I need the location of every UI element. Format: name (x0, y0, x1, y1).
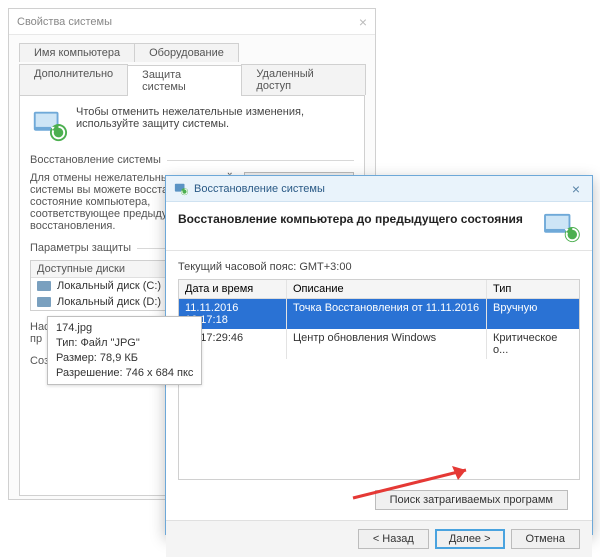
back-close-icon[interactable]: × (337, 14, 367, 30)
back-button[interactable]: < Назад (358, 529, 429, 549)
tab-system-protection[interactable]: Защита системы (127, 65, 242, 96)
group-restore: Восстановление системы (30, 154, 354, 166)
col-datetime[interactable]: Дата и время (179, 280, 287, 298)
back-titlebar: Свойства системы × (9, 9, 375, 35)
tab-hardware[interactable]: Оборудование (134, 43, 239, 62)
table-header: Дата и время Описание Тип (179, 280, 579, 299)
disk-label: Локальный диск (C:) (57, 280, 161, 292)
front-titlebar: Восстановление системы × (166, 176, 592, 202)
group-params-label: Параметры защиты (30, 242, 131, 254)
cell-description: Центр обновления Windows (287, 329, 487, 359)
monitor-restore-icon (542, 212, 580, 244)
table-row[interactable]: 16 17:29:46 Центр обновления Windows Кри… (179, 329, 579, 359)
tooltip-size: Размер: 78,9 КБ (56, 351, 193, 366)
tooltip-resolution: Разрешение: 746 x 684 пкс (56, 366, 193, 381)
file-tooltip: 174.jpg Тип: Файл "JPG" Размер: 78,9 КБ … (47, 316, 202, 385)
group-restore-label: Восстановление системы (30, 154, 161, 166)
table-empty-area (179, 359, 579, 479)
front-close-icon[interactable]: × (568, 181, 584, 197)
tab-computer-name[interactable]: Имя компьютера (19, 43, 135, 62)
front-window-title: Восстановление системы (194, 183, 568, 195)
wizard-heading: Восстановление компьютера до предыдущего… (178, 212, 542, 226)
cell-description: Точка Восстановления от 11.11.2016 (287, 299, 487, 329)
restore-points-table[interactable]: Дата и время Описание Тип 11.11.2016 16:… (178, 279, 580, 480)
cancel-button[interactable]: Отмена (511, 529, 580, 549)
wizard-body: Текущий часовой пояс: GMT+3:00 Дата и вр… (166, 251, 592, 520)
drive-icon (37, 297, 51, 307)
wizard-header: Восстановление компьютера до предыдущего… (166, 202, 592, 251)
system-restore-window: Восстановление системы × Восстановление … (165, 175, 593, 535)
tab-remote[interactable]: Удаленный доступ (241, 64, 366, 95)
back-window-title: Свойства системы (17, 16, 337, 28)
wizard-footer: < Назад Далее > Отмена (166, 520, 592, 557)
tabs: Имя компьютера Оборудование Дополнительн… (19, 41, 365, 96)
restore-icon (174, 182, 188, 196)
divider (167, 160, 354, 161)
disk-label: Локальный диск (D:) (57, 296, 161, 308)
tab-advanced[interactable]: Дополнительно (19, 64, 128, 95)
timezone-label: Текущий часовой пояс: GMT+3:00 (178, 261, 580, 273)
cell-type: Вручную (487, 299, 579, 329)
tooltip-type: Тип: Файл "JPG" (56, 336, 193, 351)
col-type[interactable]: Тип (487, 280, 579, 298)
shield-restore-icon (30, 106, 68, 144)
intro-text: Чтобы отменить нежелательные изменения, … (76, 106, 354, 130)
table-row[interactable]: 11.11.2016 16:17:18 Точка Восстановления… (179, 299, 579, 329)
drive-icon (37, 281, 51, 291)
intro-row: Чтобы отменить нежелательные изменения, … (30, 106, 354, 144)
col-description[interactable]: Описание (287, 280, 487, 298)
next-button[interactable]: Далее > (435, 529, 505, 549)
scan-affected-programs-button[interactable]: Поиск затрагиваемых программ (375, 490, 568, 510)
cell-type: Критическое о... (487, 329, 579, 359)
tooltip-filename: 174.jpg (56, 321, 193, 336)
